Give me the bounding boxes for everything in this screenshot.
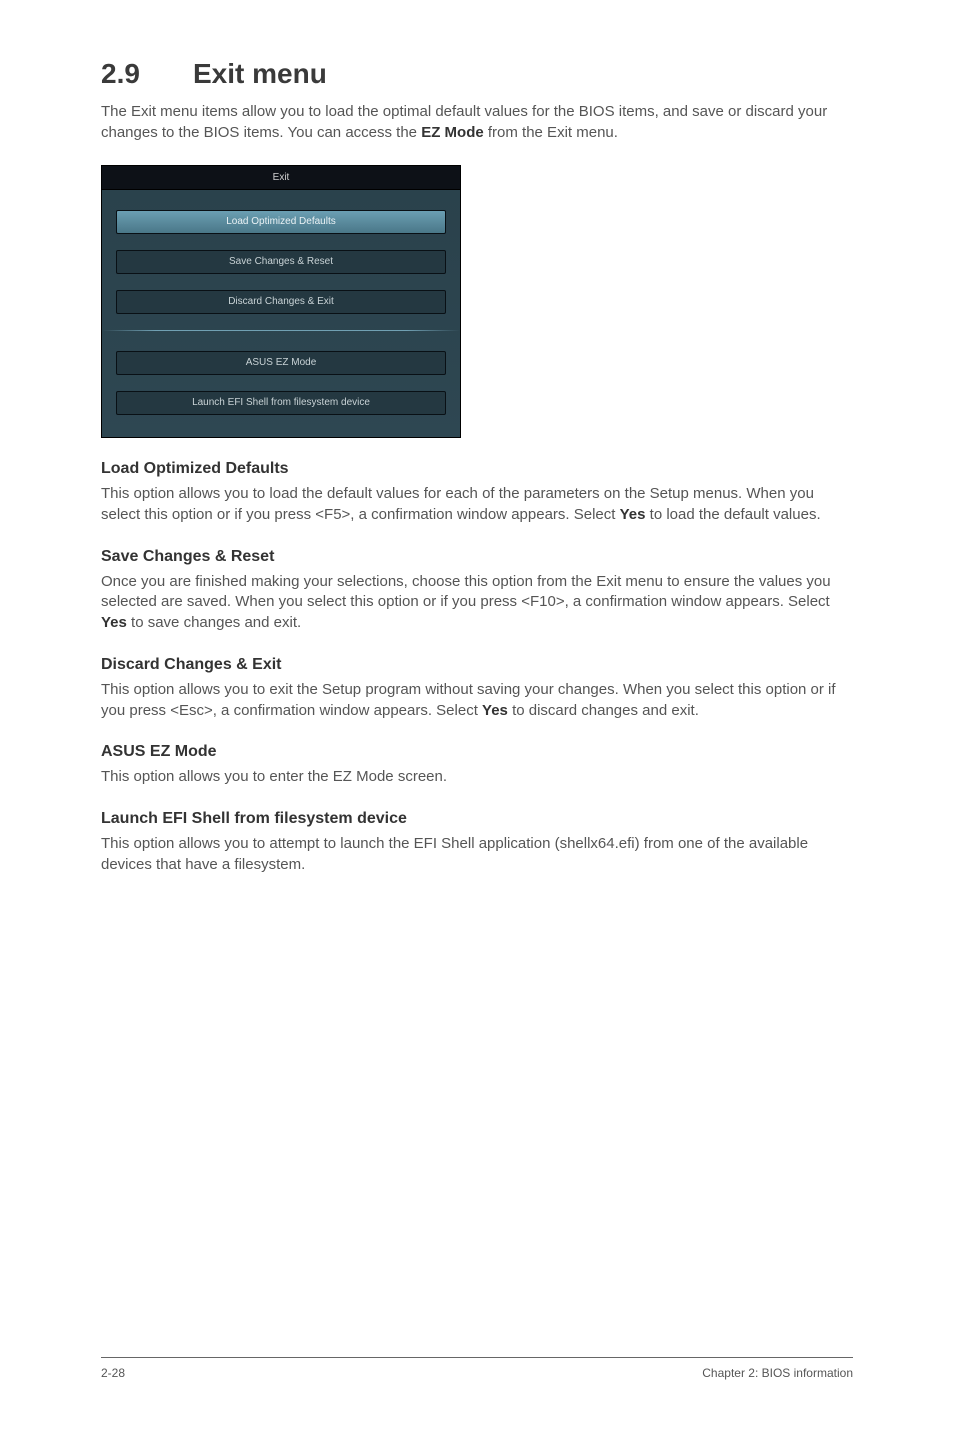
- bios-btn-launch-efi-shell[interactable]: Launch EFI Shell from filesystem device: [116, 391, 446, 415]
- subheading-asus-ez-mode: ASUS EZ Mode: [101, 743, 853, 761]
- bios-divider: [102, 330, 460, 331]
- paragraph-load-optimized-defaults: This option allows you to load the defau…: [101, 484, 853, 525]
- text: to discard changes and exit.: [508, 702, 699, 719]
- subheading-save-changes-reset: Save Changes & Reset: [101, 548, 853, 566]
- bios-titlebar: Exit: [102, 166, 460, 190]
- text: to load the default values.: [645, 506, 820, 523]
- text: Once you are finished making your select…: [101, 573, 831, 611]
- subheading-discard-changes-exit: Discard Changes & Exit: [101, 656, 853, 674]
- intro-post: from the Exit menu.: [484, 124, 618, 141]
- text: to save changes and exit.: [127, 614, 301, 631]
- intro-paragraph: The Exit menu items allow you to load th…: [101, 102, 853, 143]
- footer-chapter: Chapter 2: BIOS information: [702, 1366, 853, 1380]
- page-footer: 2-28 Chapter 2: BIOS information: [101, 1357, 853, 1380]
- bios-exit-panel: Exit Load Optimized Defaults Save Change…: [101, 165, 461, 438]
- paragraph-launch-efi-shell: This option allows you to attempt to lau…: [101, 834, 853, 875]
- footer-page-number: 2-28: [101, 1366, 125, 1380]
- text-bold: Yes: [482, 702, 508, 719]
- subheading-load-optimized-defaults: Load Optimized Defaults: [101, 460, 853, 478]
- text: This option allows you to exit the Setup…: [101, 681, 836, 719]
- subheading-launch-efi-shell: Launch EFI Shell from filesystem device: [101, 810, 853, 828]
- text-bold: Yes: [101, 614, 127, 631]
- section-number: 2.9: [101, 58, 193, 90]
- bios-btn-save-changes-reset[interactable]: Save Changes & Reset: [116, 250, 446, 274]
- bios-btn-load-optimized-defaults[interactable]: Load Optimized Defaults: [116, 210, 446, 234]
- section-heading: 2.9Exit menu: [101, 58, 853, 90]
- bios-body: Load Optimized Defaults Save Changes & R…: [102, 190, 460, 423]
- text-bold: Yes: [620, 506, 646, 523]
- intro-bold: EZ Mode: [421, 124, 484, 141]
- paragraph-discard-changes-exit: This option allows you to exit the Setup…: [101, 680, 853, 721]
- section-title: Exit menu: [193, 58, 327, 89]
- paragraph-save-changes-reset: Once you are finished making your select…: [101, 572, 853, 634]
- bios-btn-asus-ez-mode[interactable]: ASUS EZ Mode: [116, 351, 446, 375]
- bios-btn-discard-changes-exit[interactable]: Discard Changes & Exit: [116, 290, 446, 314]
- paragraph-asus-ez-mode: This option allows you to enter the EZ M…: [101, 767, 853, 788]
